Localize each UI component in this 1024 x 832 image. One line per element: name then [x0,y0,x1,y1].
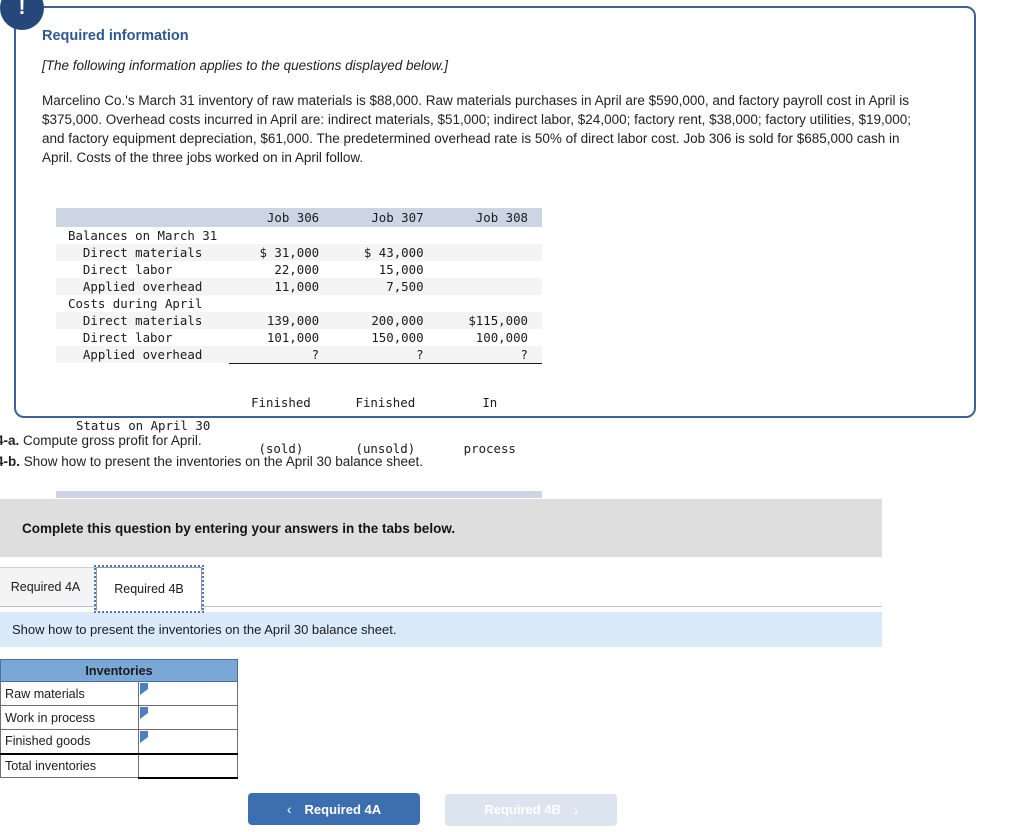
row-value-306 [229,227,333,244]
row-value-308 [437,278,542,295]
tab-required-4a-label: Required 4A [10,580,81,594]
row-value-308: 100,000 [475,330,528,345]
row-value-306: 139,000 [228,312,334,329]
table-row: Costs during April [56,295,542,312]
row-value-307: $ 43,000 [333,244,438,261]
inventories-title: Inventories [0,659,238,682]
row-value-307: 150,000 [371,330,424,345]
tab-required-4a[interactable]: Required 4A [0,567,97,607]
table-row: Direct labor 101,000 150,000 100,000 [56,329,542,346]
header-job-307: Job 307 [333,208,438,227]
row-value-308 [438,261,542,278]
row-value-307: 7,500 [333,278,438,295]
table-row: Finished goods [0,729,239,754]
row-label: Applied overhead [56,278,229,295]
row-label: Costs during April [68,296,203,311]
next-button-label: Required 4B [484,802,561,817]
previous-required-4a-button[interactable]: ‹ Required 4A [248,793,420,825]
question-page: ! Required information [The following in… [0,0,1024,832]
row-value-307 [333,295,437,312]
table-row: Direct labor 22,000 15,000 [56,261,542,278]
row-value-308: $115,000 [437,312,542,329]
row-value-306: ? [228,346,334,364]
row-label-work-in-process: Work in process [0,705,139,730]
input-cell-work-in-process[interactable] [137,705,239,730]
row-value-306: $ 31,000 [228,244,334,261]
complete-question-banner: Complete this question by entering your … [0,499,882,557]
row-value-306: 22,000 [274,262,320,277]
chevron-right-icon: › [573,801,579,818]
row-value-307: 200,000 [333,312,438,329]
status-306-line1: Finished [251,394,311,410]
requirement-4a-line: 4-a. Compute gross profit for April. [0,433,202,448]
requirement-4b-text: Show how to present the inventories on t… [23,454,424,469]
row-value-306: 11,000 [228,278,334,295]
status-308-line2: process [463,441,516,456]
row-value-308 [437,244,542,261]
requirement-4a-text: Compute gross profit for April. [23,433,202,448]
table-row: Direct materials $ 31,000 $ 43,000 [56,244,542,261]
row-value-307: ? [333,346,438,364]
requirement-4b-number: 4-b. [0,454,21,469]
row-value-308: ? [437,346,542,364]
header-job-306: Job 306 [228,208,334,227]
tab-strip: Required 4A Required 4B [0,565,882,613]
table-row: Raw materials [0,681,239,706]
tab-required-4b[interactable]: Required 4B [94,565,204,613]
required-information-panel: ! Required information [The following in… [0,0,976,498]
table-row-total: Total inventories [0,752,239,779]
status-value-308: In process [438,363,542,488]
row-label: Balances on March 31 [68,228,218,243]
table-row: Applied overhead 11,000 7,500 [56,278,542,295]
row-label-finished-goods: Finished goods [0,729,139,754]
header-job-308: Job 308 [437,208,542,227]
problem-statement-text: Marcelino Co.'s March 31 inventory of ra… [42,93,912,166]
status-308-line1: In [482,394,498,410]
header-blank [56,208,229,227]
chevron-left-icon: ‹ [286,801,292,817]
table-row: Applied overhead ? ? ? [56,346,542,364]
required-information-subheading: [The following information applies to th… [42,58,448,73]
requirement-4a-number: 4-a. [0,433,20,448]
info-panel-content: Required information [The following info… [16,8,974,168]
dropdown-marker-icon [139,731,148,743]
inventories-table-body: Inventories Raw materials Work in proces… [0,659,239,779]
table-row: Work in process [0,705,239,730]
instruction-text: Show how to present the inventories on t… [12,622,397,637]
row-value-306 [229,295,333,312]
requirement-4b-line: 4-b. Show how to present the inventories… [0,454,423,469]
banner-text: Complete this question by entering your … [22,520,456,536]
row-value-306: 101,000 [266,330,320,345]
table-row: Direct materials 139,000 200,000 $115,00… [56,312,542,329]
row-label: Direct labor [68,330,173,345]
previous-button-label: Required 4A [304,801,382,817]
row-label: Applied overhead [56,346,229,363]
status-307-line1: Finished [355,394,416,410]
inventories-header-row: Inventories [0,659,238,682]
dropdown-marker-icon [139,683,148,695]
row-value-308 [438,295,542,312]
table-footer-band [56,490,542,498]
table-row: Balances on March 31 [56,227,542,244]
inventories-answer-table-wrapper: Inventories Raw materials Work in proces… [0,659,239,779]
navigation-buttons: ‹ Required 4A Required 4B › [248,793,618,826]
tab-required-4b-label: Required 4B [114,582,184,596]
row-label-total-inventories: Total inventories [0,752,139,778]
row-value-307: 15,000 [378,262,424,277]
row-value-308 [438,227,542,244]
dropdown-marker-icon [139,707,148,719]
row-label-raw-materials: Raw materials [0,681,139,706]
row-label: Direct labor [68,262,173,277]
row-label: Direct materials [56,244,229,261]
table-header-row: Job 306 Job 307 Job 308 [56,208,542,227]
input-cell-raw-materials[interactable] [137,681,239,706]
input-cell-total-inventories[interactable] [137,752,239,779]
row-label: Direct materials [56,312,229,329]
input-cell-finished-goods[interactable] [137,729,239,754]
instruction-strip: Show how to present the inventories on t… [0,612,882,647]
next-required-4b-button[interactable]: Required 4B › [445,793,618,826]
row-value-307 [333,227,437,244]
inventories-answer-table: Inventories Raw materials Work in proces… [0,659,239,779]
required-information-heading: Required information [42,28,189,44]
